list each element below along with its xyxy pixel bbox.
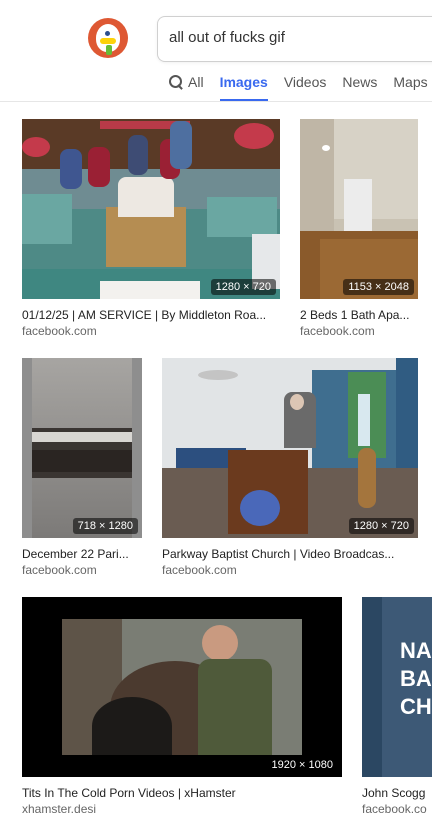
- tab-images[interactable]: Images: [219, 70, 268, 101]
- result-source[interactable]: facebook.com: [162, 563, 237, 577]
- search-tabs: All Images Videos News Maps: [168, 70, 432, 102]
- tab-maps[interactable]: Maps: [393, 70, 427, 101]
- image-dimensions: 1280 × 720: [210, 279, 276, 295]
- result-thumbnail[interactable]: 718 × 1280: [22, 358, 142, 538]
- result-title[interactable]: December 22 Pari...: [22, 547, 142, 561]
- tab-label: News: [342, 74, 378, 90]
- result-title[interactable]: 2 Beds 1 Bath Apa...: [300, 308, 432, 322]
- tab-videos[interactable]: Videos: [284, 70, 327, 101]
- result-thumbnail[interactable]: 1280 × 720: [22, 119, 280, 299]
- duckduckgo-logo-icon[interactable]: [88, 18, 128, 58]
- image-result[interactable]: NA BA CH John Scogg facebook.co: [362, 597, 432, 817]
- image-dimensions: 718 × 1280: [72, 518, 138, 534]
- result-title[interactable]: Parkway Baptist Church | Video Broadcas.…: [162, 547, 418, 561]
- result-title[interactable]: 01/12/25 | AM SERVICE | By Middleton Roa…: [22, 308, 280, 322]
- image-dimensions: 1153 × 2048: [343, 279, 414, 295]
- result-thumbnail[interactable]: 1280 × 720: [162, 358, 418, 538]
- overlay-text: NA BA CH: [400, 638, 432, 719]
- result-source[interactable]: facebook.co: [362, 802, 427, 816]
- result-thumbnail[interactable]: 1153 × 2048: [300, 119, 418, 299]
- image-result[interactable]: 1153 × 2048 2 Beds 1 Bath Apa... faceboo…: [300, 119, 418, 339]
- result-source[interactable]: facebook.com: [22, 563, 97, 577]
- result-title[interactable]: John Scogg: [362, 786, 432, 800]
- result-source[interactable]: facebook.com: [300, 324, 375, 338]
- result-thumbnail[interactable]: NA BA CH: [362, 597, 432, 777]
- tab-all[interactable]: All: [168, 70, 204, 101]
- tab-label: Maps: [393, 74, 428, 90]
- image-result[interactable]: 718 × 1280 December 22 Pari... facebook.…: [22, 358, 142, 578]
- result-source[interactable]: facebook.com: [22, 324, 97, 338]
- result-source[interactable]: xhamster.desi: [22, 802, 96, 816]
- tab-news[interactable]: News: [342, 70, 377, 101]
- search-box[interactable]: [157, 16, 432, 62]
- header: All Images Videos News Maps: [0, 0, 432, 102]
- tab-label: All: [188, 74, 204, 90]
- result-title[interactable]: Tits In The Cold Porn Videos | xHamster: [22, 786, 342, 800]
- search-input[interactable]: [169, 29, 429, 46]
- tab-label: Images: [219, 74, 268, 90]
- image-dimensions: 1920 × 1080: [266, 757, 338, 773]
- search-icon: [168, 74, 184, 90]
- image-result[interactable]: 1280 × 720 01/12/25 | AM SERVICE | By Mi…: [22, 119, 280, 339]
- result-thumbnail[interactable]: 1920 × 1080: [22, 597, 342, 777]
- image-result[interactable]: 1280 × 720 Parkway Baptist Church | Vide…: [162, 358, 418, 578]
- tab-label: Videos: [283, 74, 327, 90]
- image-dimensions: 1280 × 720: [348, 518, 414, 534]
- image-result[interactable]: 1920 × 1080 Tits In The Cold Porn Videos…: [22, 597, 342, 817]
